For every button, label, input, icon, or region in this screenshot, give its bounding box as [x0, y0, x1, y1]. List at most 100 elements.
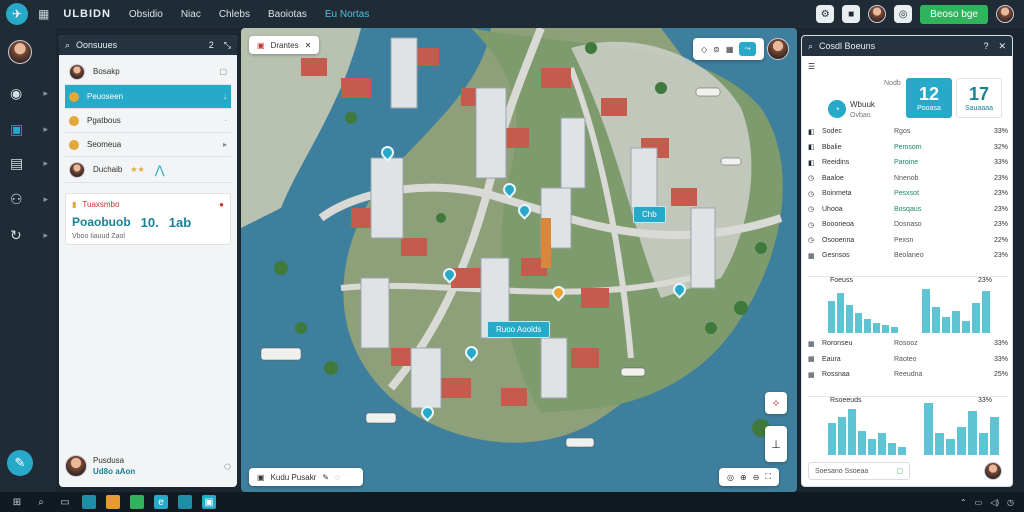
list-item[interactable]: Pgatbous ·: [65, 109, 231, 133]
route-toggle-icon[interactable]: ⤳: [739, 42, 756, 56]
table-row[interactable]: ◷ Boinmeta Pesxsot 23%: [808, 186, 1008, 202]
list-item[interactable]: Peuoseen ↓: [65, 85, 231, 109]
zoom-in-icon[interactable]: ⊕: [740, 473, 747, 482]
city-map[interactable]: Chb Ruoo Aoolds ▣ Drantes ✕ ◇ ⊜ ▦ ⤳ ✧ ⊥ …: [241, 28, 797, 492]
left-rail: ◉ ▸ ▣ ▸ ▤ ▸ ⚇ ▸ ↻ ▸ ✎: [0, 28, 56, 492]
quick-action-button[interactable]: ✎: [7, 450, 33, 476]
map-label-b[interactable]: Ruoo Aoolds: [487, 321, 551, 338]
app-logo-icon[interactable]: ✈: [6, 3, 28, 25]
rail-item-people[interactable]: ⚇ ▸: [10, 188, 48, 210]
user-avatar-1[interactable]: [868, 5, 887, 23]
table-row[interactable]: ◧ Bbalie Pemsom 32%: [808, 140, 1008, 156]
network-icon[interactable]: ▭: [975, 498, 983, 507]
browser-icon[interactable]: e: [154, 495, 168, 509]
nav-link-5[interactable]: Eu Nortas: [325, 9, 369, 20]
kpi-card-secondary[interactable]: 17 Sauaaaa: [956, 78, 1002, 118]
contact-item[interactable]: Bosakp ▢: [65, 59, 231, 85]
rail-item-monitor[interactable]: ▣ ▸: [10, 118, 48, 140]
right-panel-search[interactable]: Soesano Ssoeaa ▢: [808, 462, 910, 480]
row-label: Raoteo: [894, 355, 917, 363]
tray-chevron-icon[interactable]: ⌃: [960, 498, 967, 507]
top-bar: ✈ ▦ ULBIDN Obsidio Niac Chlebs Baoiotas …: [0, 0, 1024, 28]
profile-avatar[interactable]: [8, 40, 32, 64]
list-item-meta: ·: [224, 116, 227, 125]
start-menu-icon[interactable]: ⊞: [10, 495, 24, 509]
settings-icon[interactable]: ⚙: [816, 5, 835, 23]
primary-action-button[interactable]: Beoso bge: [920, 4, 988, 24]
assignee-avatar[interactable]: [984, 462, 1002, 480]
row-name: Eaura: [822, 355, 841, 363]
message-icon[interactable]: ▢: [219, 67, 227, 76]
close-icon[interactable]: ✕: [998, 41, 1006, 52]
contact-avatar: [69, 161, 85, 178]
kpi-label: Sauaaaa: [964, 105, 994, 112]
right-panel-header: ⌕ Cosdl Boeuns ? ✕: [802, 36, 1012, 56]
close-icon[interactable]: ✕: [305, 41, 312, 50]
nav-link-2[interactable]: Niac: [181, 9, 201, 20]
row-value: 22%: [993, 236, 1008, 244]
row-name: Uhooa: [822, 205, 843, 213]
row-icon: ▦: [808, 371, 815, 379]
map-label-a[interactable]: Chb: [633, 206, 666, 223]
table-row[interactable]: ▦ Roronseu Rosooz 33%: [808, 336, 1008, 352]
grid-icon[interactable]: ▦: [726, 45, 734, 54]
zoom-out-icon[interactable]: ⊖: [753, 473, 760, 482]
fullscreen-icon[interactable]: ⛶: [765, 472, 771, 482]
bar-chart-1: Foeuss 23%: [808, 276, 1008, 333]
edit-icon[interactable]: ✎: [322, 473, 329, 482]
table-row[interactable]: ▦ Gesnsos Beolaneo 23%: [808, 248, 1008, 264]
nav-link-3[interactable]: Chlebs: [219, 9, 250, 20]
row-value: 33%: [993, 128, 1008, 136]
task-view-icon[interactable]: ▭: [58, 495, 72, 509]
folder-icon[interactable]: [106, 495, 120, 509]
table-row[interactable]: ◷ Baaloe Nnenob 23%: [808, 171, 1008, 187]
rail-item-map[interactable]: ◉ ▸: [10, 82, 48, 104]
table-row[interactable]: ▦ Rossnaa Reeudna 25%: [808, 367, 1008, 383]
search-icon[interactable]: ⌕: [808, 41, 813, 52]
contact-item-2[interactable]: Duchaib ★★ ⋀: [65, 157, 231, 183]
kpi-card-primary[interactable]: 12 Pooasa: [906, 78, 952, 118]
collapse-icon[interactable]: ⤡: [224, 40, 231, 51]
chat-icon[interactable]: ◌: [224, 459, 231, 473]
search-icon[interactable]: ⌕: [34, 495, 48, 509]
table-row[interactable]: ◷ Uhooa Bosqaus 23%: [808, 202, 1008, 218]
grid-menu-icon[interactable]: ▦: [38, 7, 49, 21]
table-row[interactable]: ◧ Reeidins Paroine 33%: [808, 155, 1008, 171]
table-row[interactable]: ▦ Eaura Raoteo 33%: [808, 352, 1008, 368]
map-bottom-chip[interactable]: ▣ Kudu Pusakr ✎ ◌: [249, 468, 363, 486]
row-icon: ◷: [808, 190, 815, 198]
zoom-control-icon[interactable]: ⊥: [765, 426, 787, 462]
nav-link-1[interactable]: Obsidio: [129, 9, 163, 20]
map-search-chip[interactable]: ▣ Drantes ✕: [249, 36, 320, 54]
notification-icon[interactable]: ■: [842, 5, 861, 23]
list-icon[interactable]: ☰: [808, 62, 815, 71]
submit-icon[interactable]: ▢: [896, 467, 903, 475]
user-avatar-2[interactable]: [996, 5, 1014, 23]
layers-icon[interactable]: ◇: [701, 45, 707, 54]
compass-icon[interactable]: ✧: [765, 392, 787, 414]
nav-link-4[interactable]: Baoiotas: [268, 9, 307, 20]
row-name: Osooenna: [822, 236, 855, 244]
search-icon[interactable]: ⌕: [65, 40, 70, 51]
volume-icon[interactable]: ◁): [990, 498, 999, 507]
active-app-icon[interactable]: ▣: [202, 495, 216, 509]
filter-icon[interactable]: ⊜: [713, 45, 720, 54]
bottom-contact[interactable]: Pusdusa Ud8o aAon ◌: [65, 451, 231, 481]
more-icon[interactable]: ◌: [335, 473, 340, 482]
app-icon-1[interactable]: [82, 495, 96, 509]
table-row[interactable]: ◷ Boooneoa Dosnaso 23%: [808, 217, 1008, 233]
table-row[interactable]: ◧ Sodec Rgos 33%: [808, 124, 1008, 140]
app-icon-3[interactable]: [178, 495, 192, 509]
row-icon: ◷: [808, 175, 815, 183]
app-icon-2[interactable]: [130, 495, 144, 509]
gauge-icon: ◔: [828, 100, 846, 118]
row-label: Dosnaso: [894, 221, 922, 229]
table-row[interactable]: ◷ Osooenna Pexsn 22%: [808, 233, 1008, 249]
rail-item-document[interactable]: ▤ ▸: [10, 152, 48, 174]
rail-item-route[interactable]: ↻ ▸: [10, 224, 48, 246]
recenter-icon[interactable]: ◎: [727, 473, 734, 482]
camera-icon[interactable]: ◎: [894, 5, 913, 23]
list-item[interactable]: Seomeua ▸: [65, 133, 231, 157]
map-user-avatar[interactable]: [767, 38, 789, 60]
help-icon[interactable]: ?: [983, 41, 988, 52]
